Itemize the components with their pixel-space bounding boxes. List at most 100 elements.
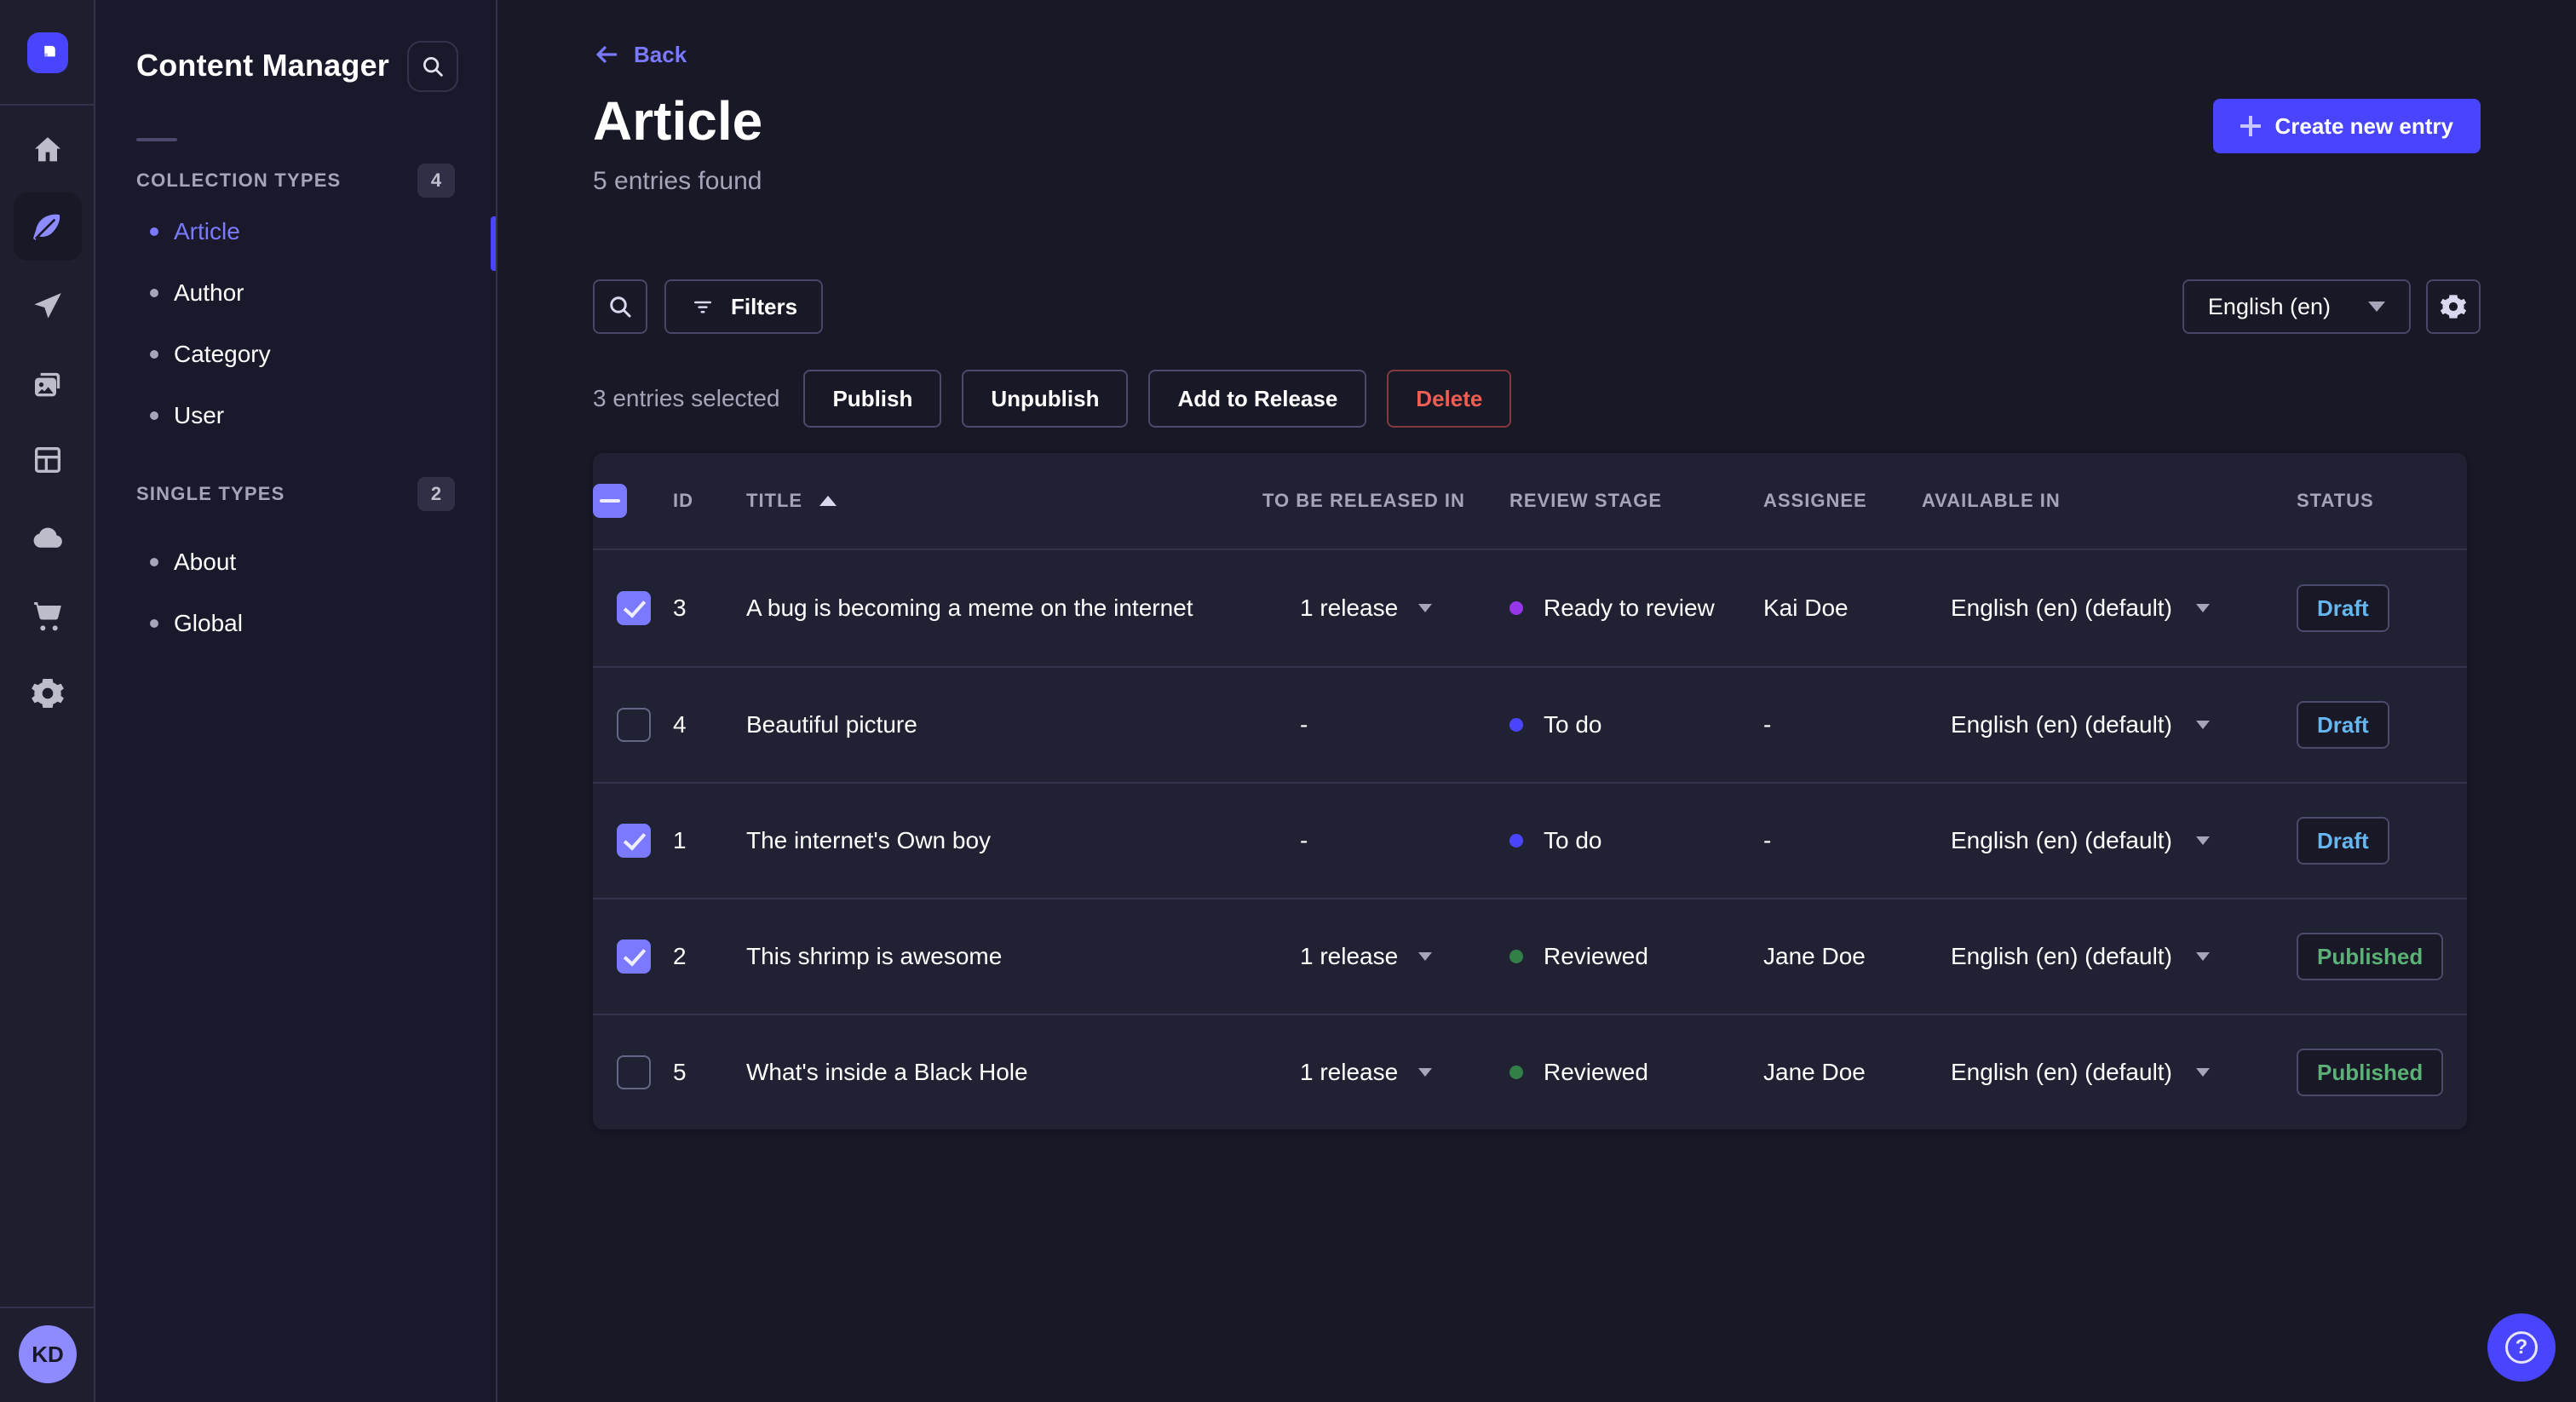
filter-icon xyxy=(690,294,716,319)
selection-count: 3 entries selected xyxy=(593,385,780,411)
arrow-left-icon xyxy=(593,41,620,68)
collection-types-header: COLLECTION TYPES 4 xyxy=(95,160,496,201)
table-row[interactable]: 4 Beautiful picture - To do - English (e… xyxy=(593,666,2467,782)
section-label: SINGLE TYPES xyxy=(136,483,285,504)
cell-assignee: Jane Doe xyxy=(1763,943,1866,969)
question-mark-icon xyxy=(2505,1331,2538,1364)
sidebar-title: Content Manager xyxy=(136,48,390,83)
cloud-icon[interactable] xyxy=(14,504,82,572)
cell-title: What's inside a Black Hole xyxy=(746,1059,1028,1085)
column-header-stage[interactable]: REVIEW STAGE xyxy=(1509,490,1763,512)
cell-title: Beautiful picture xyxy=(746,711,917,738)
sidebar-item-author[interactable]: Author xyxy=(95,262,496,324)
table-row[interactable]: 5 What's inside a Black Hole 1 release R… xyxy=(593,1014,2467,1129)
section-count-badge: 4 xyxy=(417,164,455,198)
column-header-assignee[interactable]: ASSIGNEE xyxy=(1763,490,1922,512)
paper-plane-icon[interactable] xyxy=(14,273,82,341)
status-badge: Draft xyxy=(2297,701,2389,749)
table-row[interactable]: 1 The internet's Own boy - To do - Engli… xyxy=(593,782,2467,898)
cell-assignee: - xyxy=(1763,711,1772,738)
row-checkbox[interactable] xyxy=(617,939,651,974)
filters-button[interactable]: Filters xyxy=(664,279,824,334)
cell-available-in[interactable]: English (en) (default) xyxy=(1922,595,2297,622)
status-badge: Draft xyxy=(2297,584,2389,632)
sidebar-item-category[interactable]: Category xyxy=(95,324,496,385)
stage-dot-icon xyxy=(1509,1066,1523,1079)
cart-icon[interactable] xyxy=(14,581,82,649)
select-all-checkbox[interactable] xyxy=(593,484,627,518)
main-content: Back Article 5 entries found Create new … xyxy=(497,0,2576,1402)
main-nav-rail: KD xyxy=(0,0,95,1402)
stage-dot-icon xyxy=(1509,834,1523,848)
create-label: Create new entry xyxy=(2274,112,2453,139)
sidebar-item-label: Category xyxy=(174,341,271,367)
column-header-release[interactable]: TO BE RELEASED IN xyxy=(1262,490,1509,512)
sidebar-item-label: Global xyxy=(174,610,243,636)
cell-available-in[interactable]: English (en) (default) xyxy=(1922,711,2297,738)
delete-button[interactable]: Delete xyxy=(1387,370,1512,428)
cell-release[interactable]: 1 release xyxy=(1262,943,1509,970)
sidebar-item-about[interactable]: About xyxy=(95,531,496,593)
home-icon[interactable] xyxy=(14,116,82,184)
create-new-entry-button[interactable]: Create new entry xyxy=(2213,99,2481,153)
cell-available-in[interactable]: English (en) (default) xyxy=(1922,827,2297,854)
row-checkbox[interactable] xyxy=(617,824,651,858)
cell-release[interactable]: 1 release xyxy=(1262,1059,1509,1086)
list-toolbar: Filters English (en) xyxy=(593,279,2481,334)
media-library-icon[interactable] xyxy=(14,351,82,419)
chevron-down-icon xyxy=(1418,952,1433,961)
column-header-available-in[interactable]: AVAILABLE IN xyxy=(1922,490,2297,512)
column-header-id[interactable]: ID xyxy=(673,490,746,512)
rail-divider xyxy=(0,1307,95,1308)
gear-icon[interactable] xyxy=(14,659,82,727)
single-types-header: SINGLE TYPES 2 xyxy=(95,474,496,514)
cell-id: 5 xyxy=(673,1059,687,1085)
search-icon[interactable] xyxy=(593,279,647,334)
bullet-icon xyxy=(150,558,158,566)
unpublish-button[interactable]: Unpublish xyxy=(962,370,1129,428)
chevron-down-icon xyxy=(2195,836,2210,845)
cell-release[interactable]: - xyxy=(1262,711,1509,738)
sidebar-item-label: Author xyxy=(174,279,244,306)
sidebar-item-article[interactable]: Article xyxy=(95,201,496,262)
cell-available-in[interactable]: English (en) (default) xyxy=(1922,1059,2297,1086)
cell-title: A bug is becoming a meme on the internet xyxy=(746,595,1193,621)
row-checkbox[interactable] xyxy=(617,708,651,742)
sidebar-item-user[interactable]: User xyxy=(95,385,496,446)
sort-asc-icon xyxy=(819,496,837,506)
cell-review-stage: To do xyxy=(1509,827,1763,854)
publish-button[interactable]: Publish xyxy=(803,370,942,428)
table-row[interactable]: 2 This shrimp is awesome 1 release Revie… xyxy=(593,898,2467,1014)
cell-review-stage: To do xyxy=(1509,711,1763,738)
back-link[interactable]: Back xyxy=(593,41,687,68)
add-to-release-button[interactable]: Add to Release xyxy=(1148,370,1367,428)
row-checkbox[interactable] xyxy=(617,1055,651,1089)
cell-release[interactable]: - xyxy=(1262,827,1509,854)
avatar[interactable]: KD xyxy=(19,1325,77,1383)
divider xyxy=(136,138,177,141)
cell-assignee: - xyxy=(1763,827,1772,853)
layout-icon[interactable] xyxy=(14,426,82,494)
stage-dot-icon xyxy=(1509,601,1523,615)
feather-icon[interactable] xyxy=(14,192,82,261)
cell-available-in[interactable]: English (en) (default) xyxy=(1922,943,2297,970)
status-badge: Published xyxy=(2297,933,2444,980)
cell-review-stage: Reviewed xyxy=(1509,943,1763,970)
table-row[interactable]: 3 A bug is becoming a meme on the intern… xyxy=(593,550,2467,666)
chevron-down-icon xyxy=(1418,604,1433,612)
entries-table: ID TITLE TO BE RELEASED IN REVIEW STAGE … xyxy=(593,453,2467,1129)
search-icon[interactable] xyxy=(407,41,458,92)
list-settings-gear-icon[interactable] xyxy=(2426,279,2481,334)
help-button[interactable] xyxy=(2487,1313,2556,1382)
entries-count: 5 entries found xyxy=(593,167,762,195)
page-title: Article xyxy=(593,90,763,152)
column-header-title[interactable]: TITLE xyxy=(746,490,1262,512)
bullet-icon xyxy=(150,227,158,236)
cell-release[interactable]: 1 release xyxy=(1262,595,1509,622)
workspace-switcher[interactable] xyxy=(0,0,95,106)
row-checkbox[interactable] xyxy=(617,591,651,625)
locale-select[interactable]: English (en) xyxy=(2182,279,2411,334)
sidebar-item-global[interactable]: Global xyxy=(95,593,496,654)
column-header-status[interactable]: STATUS xyxy=(2297,490,2467,512)
cell-review-stage: Ready to review xyxy=(1509,595,1763,622)
